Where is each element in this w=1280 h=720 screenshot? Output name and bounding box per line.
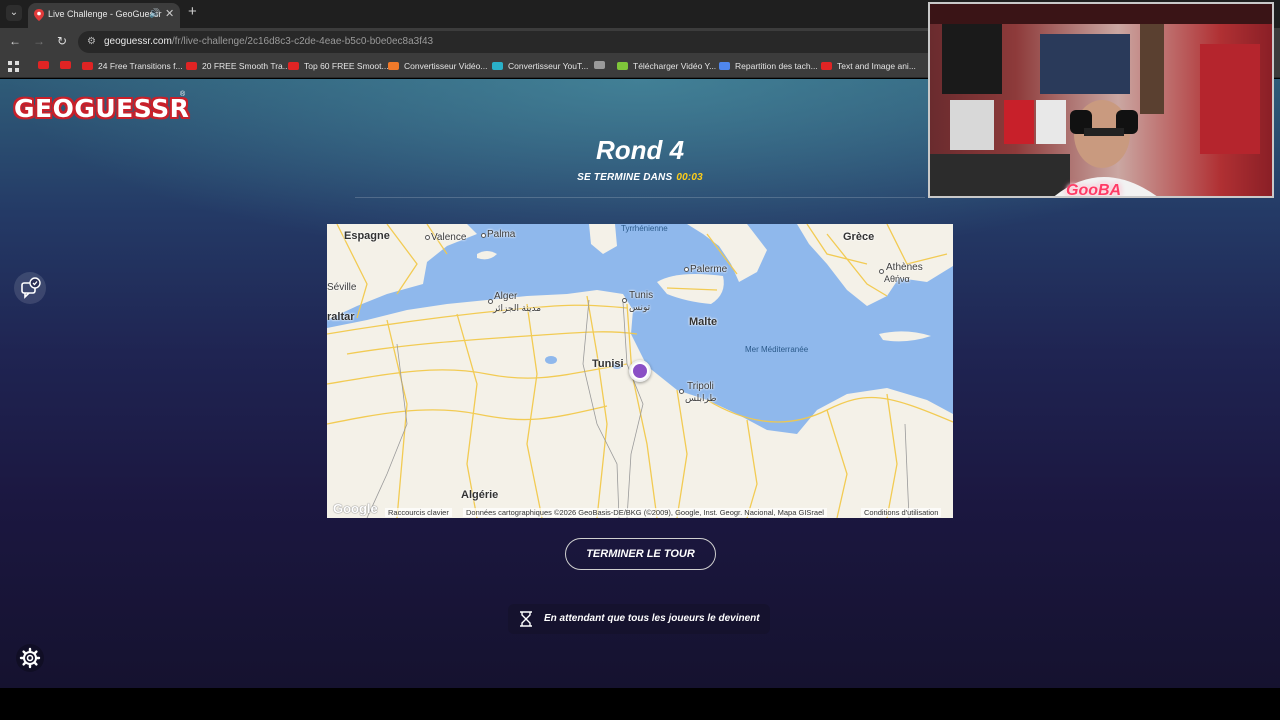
- keyboard-shortcuts-link[interactable]: Raccourcis clavier: [385, 508, 452, 517]
- reload-icon[interactable]: ↻: [57, 34, 67, 48]
- speaker-icon[interactable]: 🔊: [149, 8, 160, 19]
- url-path: /fr/live-challenge/2c16d8c3-c2de-4eae-b5…: [171, 36, 434, 47]
- bookmark-favicon-icon: [617, 62, 628, 70]
- player-guess-pin[interactable]: [629, 360, 651, 382]
- guess-map[interactable]: Espagne Valence Palma Tyrrhénienne Grèce…: [327, 224, 953, 518]
- back-arrow-icon[interactable]: ←: [9, 34, 21, 48]
- url-text: geoguessr.com/fr/live-challenge/2c16d8c3…: [104, 36, 433, 47]
- map-data-credit[interactable]: Données cartographiques ©2026 GeoBasis-D…: [463, 508, 827, 517]
- google-logo: Google: [333, 501, 378, 516]
- map-label-valence: Valence: [431, 232, 467, 243]
- bookmark-label: Text and Image ani...: [837, 61, 916, 71]
- map-label-tunisie: Tunisi: [592, 358, 624, 370]
- close-tab-icon[interactable]: ✕: [165, 7, 174, 20]
- map-label-espagne: Espagne: [344, 230, 390, 242]
- bookmark-label: Convertisseur Vidéo...: [404, 61, 488, 71]
- bookmark-label: 24 Free Transitions f...: [98, 61, 183, 71]
- map-label-alger: Alger: [494, 291, 518, 302]
- waiting-text: En attendant que tous les joueurs le dev…: [544, 613, 760, 624]
- waiting-message: En attendant que tous les joueurs le dev…: [508, 604, 770, 634]
- city-dot: [684, 267, 689, 272]
- terms-link[interactable]: Conditions d'utilisation: [861, 508, 942, 517]
- site-info-icon[interactable]: ⚙: [87, 36, 96, 47]
- hourglass-icon: [520, 611, 532, 627]
- map-label-malte: Malte: [689, 316, 718, 328]
- geoguessr-favicon-icon: [34, 9, 44, 21]
- apps-grid-icon[interactable]: [8, 61, 19, 72]
- bookmark-item[interactable]: Convertisseur Vidéo...: [388, 61, 487, 71]
- tab-title: Live Challenge - GeoGuessr: [48, 9, 162, 19]
- bookmark-favicon-icon: [60, 61, 71, 69]
- map-label-athenes-greek: Αθήνα: [884, 274, 910, 284]
- map-label-tripoli: Tripoli: [687, 381, 714, 392]
- bookmark-label: 20 FREE Smooth Tra...: [202, 61, 290, 71]
- bookmark-favicon-icon: [186, 62, 197, 70]
- end-round-button[interactable]: TERMINER LE TOUR: [565, 538, 716, 570]
- city-dot: [481, 233, 486, 238]
- bookmark-favicon-icon: [288, 62, 299, 70]
- map-label-tunis-arabic: تونس: [629, 302, 651, 312]
- bookmark-favicon-icon: [821, 62, 832, 70]
- map-label-mer-mediterranee: Mer Méditerranée: [745, 345, 809, 354]
- map-label-athenes: Athènes: [886, 262, 923, 273]
- chat-button[interactable]: [14, 272, 46, 304]
- settings-button[interactable]: [16, 644, 44, 672]
- player-avatar-icon: [633, 364, 647, 378]
- streamer-nickname: GooBA: [1066, 182, 1122, 198]
- map-label-grece: Grèce: [843, 231, 875, 243]
- bookmark-item[interactable]: Repartition des tach...: [719, 61, 818, 71]
- map-label-tyrrhenienne: Tyrrhénienne: [621, 224, 668, 233]
- bookmark-label: Repartition des tach...: [735, 61, 818, 71]
- map-label-alger-arabic: مدينة الجزائر: [493, 303, 542, 313]
- new-tab-button[interactable]: +: [188, 4, 197, 20]
- bookmark-item[interactable]: Top 60 FREE Smoot...: [288, 61, 389, 71]
- gear-icon: [19, 647, 41, 669]
- city-dot: [425, 235, 430, 240]
- map-label-seville: Séville: [327, 282, 357, 293]
- bookmark-item[interactable]: Text and Image ani...: [821, 61, 916, 71]
- map-label-algerie: Algérie: [461, 489, 499, 501]
- map-label-palma: Palma: [487, 229, 516, 240]
- city-dot: [622, 298, 627, 303]
- map-label-palerme: Palerme: [690, 264, 728, 275]
- map-label-tripoli-arabic: طرابلس: [685, 393, 717, 403]
- bookmark-favicon-icon: [594, 61, 605, 69]
- bookmark-label: Télécharger Vidéo Y...: [633, 61, 717, 71]
- bookmark-item[interactable]: 24 Free Transitions f...: [82, 61, 183, 71]
- bookmark-favicon-icon: [38, 61, 49, 69]
- streamer-webcam: GooBA: [928, 2, 1274, 198]
- bookmark-item[interactable]: Convertisseur YouT...: [492, 61, 588, 71]
- bottom-black-bar: [0, 688, 1280, 720]
- bookmark-label: Convertisseur YouT...: [508, 61, 589, 71]
- bookmark-favicon-icon: [492, 62, 503, 70]
- round-timer: 00:03: [676, 172, 703, 183]
- bookmark-item[interactable]: [38, 61, 54, 69]
- bookmark-favicon-icon: [82, 62, 93, 70]
- chat-bubble-icon: [21, 277, 41, 299]
- registered-mark: ®: [180, 91, 186, 98]
- url-host: geoguessr.com: [104, 36, 172, 47]
- tab-search-button[interactable]: ⌄: [6, 5, 22, 21]
- bookmark-item[interactable]: [594, 61, 610, 69]
- header-divider: [355, 197, 925, 198]
- forward-arrow-icon[interactable]: →: [33, 34, 45, 48]
- webcam-scene: [930, 4, 1272, 196]
- geoguessr-logo[interactable]: GEOGUESSR ®: [14, 91, 190, 126]
- bookmark-favicon-icon: [388, 62, 399, 70]
- bookmark-label: Top 60 FREE Smoot...: [304, 61, 389, 71]
- browser-tab-active[interactable]: Live Challenge - GeoGuessr 🔊 ✕: [28, 3, 180, 28]
- city-dot: [679, 389, 684, 394]
- ends-in-label: SE TERMINE DANS: [577, 172, 673, 183]
- logo-text: GEOGUESSR: [14, 94, 190, 123]
- bookmark-favicon-icon: [719, 62, 730, 70]
- map-label-tunis: Tunis: [629, 290, 654, 301]
- map-label-gibraltar: raltar: [327, 311, 355, 323]
- bookmark-item[interactable]: Télécharger Vidéo Y...: [617, 61, 716, 71]
- bookmark-item[interactable]: 20 FREE Smooth Tra...: [186, 61, 290, 71]
- bookmark-item[interactable]: [60, 61, 76, 69]
